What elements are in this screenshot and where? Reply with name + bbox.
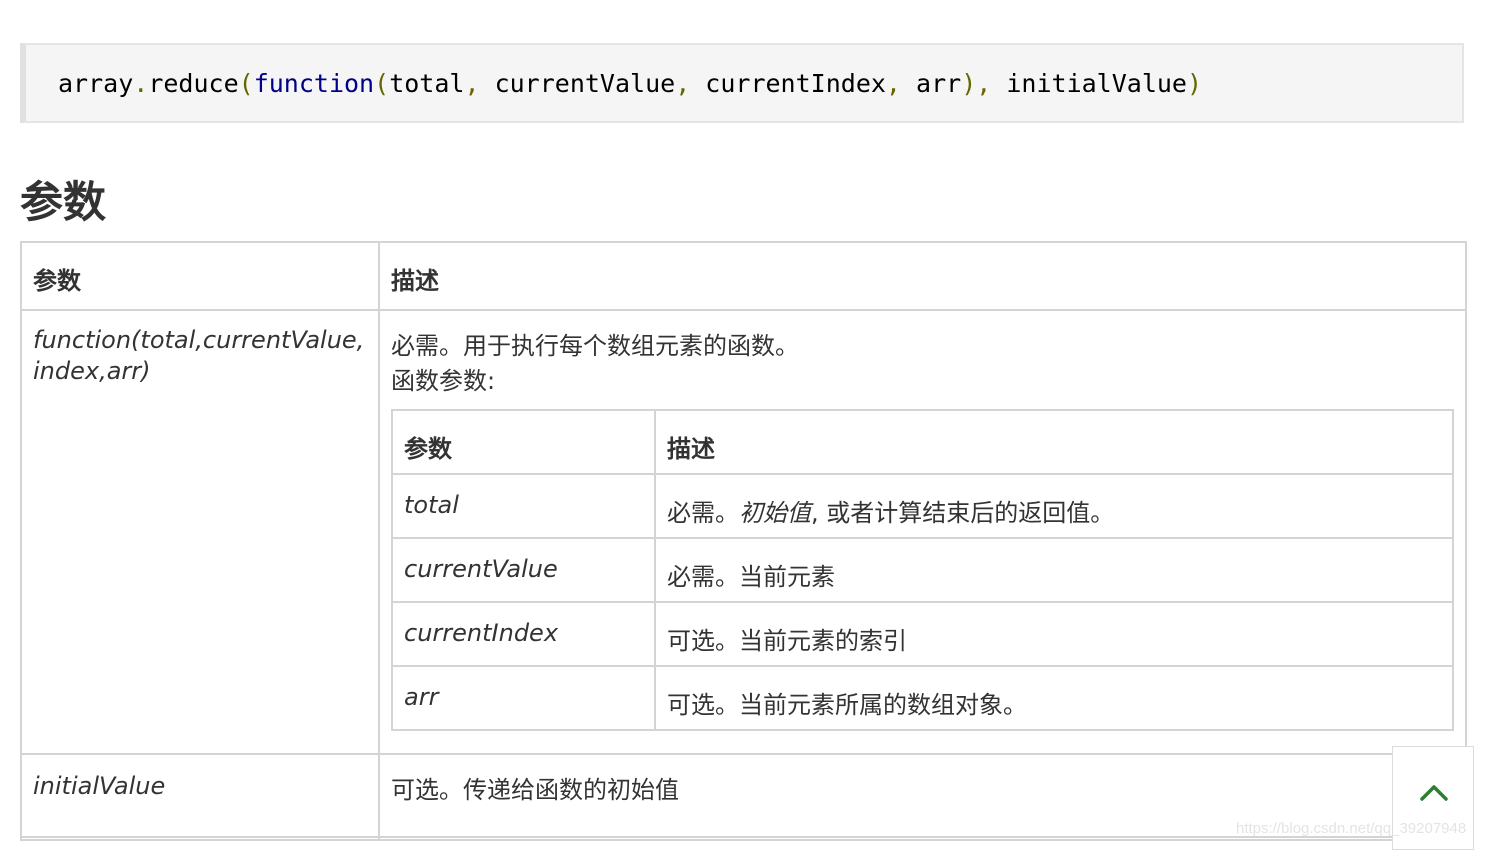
header-desc: 描述 [378,241,1467,311]
inner-table-row: arr 可选。当前元素所属的数组对象。 [391,665,1454,731]
inner-header-desc: 描述 [654,409,1454,475]
inner-table-row: total 必需。初始值, 或者计算结束后的返回值。 [391,473,1454,539]
code-method: reduce [148,69,239,98]
section-title: 参数 [20,178,106,228]
code-paren: ( [374,69,390,98]
param-name-line: index,arr) [33,357,151,385]
inner-table-row: currentValue 必需。当前元素 [391,537,1454,603]
param-name-line: function(total,currentValue, [33,326,365,354]
code-line: array.reduce(function(total, currentValu… [58,69,1202,98]
watermark: https://blog.csdn.net/qq_39207948 [1236,820,1467,837]
function-params-table: 参数 描述 total 必需。初始值, 或者计算结束后的返回值。 current… [391,409,1454,731]
param-cell: initialValue [20,753,380,841]
code-comma: , [885,69,901,98]
code-dot: . [133,69,149,98]
inner-param-desc: 可选。当前元素的索引 [654,601,1454,667]
code-arg: currentValue [479,69,676,98]
desc-text: 函数参数: [391,367,496,395]
desc-suffix: , 或者计算结束后的返回值。 [811,499,1115,527]
desc-text: 必需。用于执行每个数组元素的函数。 [391,332,799,360]
code-arg: arr [900,69,962,98]
inner-param-desc: 可选。当前元素所属的数组对象。 [654,665,1454,731]
inner-param-name: total [391,473,656,539]
param-name: function(total,currentValue, index,arr) [22,311,378,387]
desc-text: 可选。传递给函数的初始值 [391,776,679,804]
code-object: array [58,69,134,98]
desc-cell: 必需。用于执行每个数组元素的函数。 函数参数: 参数 描述 total 必需。初… [378,309,1467,755]
inner-header-param: 参数 [391,409,656,475]
code-comma: , [464,69,480,98]
param-cell: function(total,currentValue, index,arr) [20,309,380,755]
chevron-up-icon [1420,785,1448,801]
code-paren: ), [961,69,992,98]
desc-emphasis: 初始值 [739,499,811,527]
inner-table-row: currentIndex 可选。当前元素的索引 [391,601,1454,667]
inner-param-name: currentValue [391,537,656,603]
inner-param-name: arr [391,665,656,731]
code-arg: currentIndex [690,69,886,98]
header-param-label: 参数 [33,267,81,295]
code-paren: ( [238,69,254,98]
code-paren: ) [1186,69,1203,98]
inner-param-name: currentIndex [391,601,656,667]
parameters-table: 参数 描述 function(total,currentValue, index,… [20,241,1467,841]
table-header-row: 参数 描述 [20,241,1467,311]
inner-param-desc: 必需。当前元素 [654,537,1454,603]
inner-param-desc: 必需。初始值, 或者计算结束后的返回值。 [654,473,1454,539]
code-keyword: function [253,69,375,98]
param-name: initialValue [33,772,166,800]
code-arg: total [389,69,465,98]
code-block: array.reduce(function(total, currentValu… [20,43,1464,123]
table-row: function(total,currentValue, index,arr) 必… [20,309,1467,755]
code-comma: , [675,69,691,98]
header-desc-label: 描述 [391,267,439,295]
code-arg: initialValue [991,69,1187,98]
header-param: 参数 [20,241,380,311]
inner-header-row: 参数 描述 [391,409,1454,475]
desc-prefix: 必需。 [667,499,739,527]
